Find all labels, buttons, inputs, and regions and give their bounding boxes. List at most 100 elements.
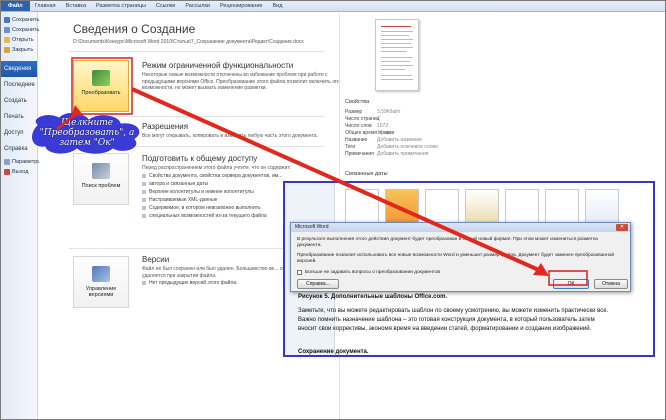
tab-home[interactable]: Главная — [30, 1, 61, 11]
property-row[interactable]: Название Добавить название — [345, 137, 505, 144]
checkbox-box[interactable] — [297, 270, 302, 275]
save-as-icon — [4, 27, 10, 33]
convert-button-label: Преобразовать — [81, 90, 121, 96]
versions-icon — [92, 266, 110, 282]
document-paragraph-line: Заметьте, что вы можете редактировать ша… — [298, 308, 609, 314]
tab-view[interactable]: Вид — [267, 1, 287, 11]
property-name: Название — [345, 137, 368, 143]
document-icon — [142, 281, 146, 285]
exit-icon — [4, 169, 10, 175]
nav-tab-info[interactable]: Сведения — [1, 61, 37, 77]
convert-icon — [92, 70, 110, 86]
compatibility-description: Некоторые новые возможности отключены во… — [142, 72, 340, 91]
annotation-text: Щелкните "Преобразовать", а затем "Ок" — [39, 118, 135, 148]
prepare-bullet: автора и связанные даты — [149, 180, 209, 187]
prepare-bullet: Содержимое, в котором невозможно выполни… — [149, 204, 261, 211]
property-row: Число страниц7 — [345, 116, 505, 123]
related-dates-header: Связанные даты — [345, 171, 388, 177]
prepare-bullet: Верхние колонтитулы и нижние колонтитулы — [149, 188, 254, 195]
property-name: Число слов — [345, 123, 372, 129]
property-name: Примечания — [345, 151, 374, 157]
property-value: Добавить ключевое слово — [377, 144, 438, 150]
property-name: Размер — [345, 109, 363, 115]
close-icon[interactable]: ✕ — [616, 224, 628, 231]
prepare-bullet: специальных возможностей из-за текущего … — [149, 212, 267, 219]
property-row: Число слов 1072 — [345, 123, 505, 130]
figure-caption: Рисунок 5. Дополнительные шаблоны Office… — [298, 294, 448, 300]
permissions-section: Разрешения Все могут открывать, копирова… — [142, 122, 342, 140]
document-paragraph-line: Важно помнить назначение шаблона – это г… — [298, 317, 595, 323]
property-row[interactable]: Теги Добавить ключевое слово — [345, 144, 505, 151]
bullet-icon — [142, 197, 146, 202]
property-name: Теги — [345, 144, 356, 150]
document-heading: Сохранение документа. — [298, 349, 369, 355]
cancel-button[interactable]: Отмена — [594, 279, 628, 289]
property-row[interactable]: Примечания Добавить примечания — [345, 151, 505, 158]
bullet-icon — [142, 189, 146, 194]
nav-save[interactable]: Сохранить — [1, 15, 40, 25]
nav-open-label: Открыть — [12, 37, 34, 43]
check-issues-label: Поиск проблем — [81, 183, 121, 189]
nav-tab-new[interactable]: Создать — [1, 93, 37, 109]
list-item: Свойства документа, свойства сервера док… — [142, 172, 342, 180]
nav-options[interactable]: Параметры — [1, 157, 41, 167]
nav-save-as[interactable]: Сохранить как — [1, 25, 49, 35]
open-folder-icon — [4, 37, 10, 43]
property-value: Добавить название — [377, 137, 422, 143]
dont-ask-label: Больше не задавать вопросы о преобразова… — [305, 270, 441, 275]
manage-versions-button[interactable]: Управление версиями — [73, 256, 129, 308]
property-value: 14 мин — [377, 130, 393, 136]
manage-versions-label: Управление версиями — [85, 286, 117, 298]
convert-button[interactable]: Преобразовать — [73, 60, 129, 112]
property-name: Число страниц — [345, 116, 380, 122]
word-backstage-window: Файл Главная Вставка Разметка страницы С… — [0, 0, 666, 420]
annotation-bubble: Щелкните "Преобразовать", а затем "Ок" — [27, 111, 145, 155]
nav-close-label: Закрыть — [12, 47, 34, 53]
bullet-icon — [142, 205, 146, 210]
nav-close[interactable]: Закрыть — [1, 45, 37, 55]
prepare-bullet: Свойства документа, свойства сервера док… — [149, 172, 283, 179]
save-icon — [4, 17, 10, 23]
tab-file[interactable]: Файл — [1, 1, 30, 11]
nav-save-label: Сохранить — [12, 17, 40, 23]
prepare-bullet: Настраиваемые XML-данные — [149, 196, 218, 203]
file-path: D:\Documents\Конкурс\Microsoft Word 2010… — [73, 39, 304, 45]
prepare-heading: Подготовить к общему доступу — [142, 154, 258, 163]
permissions-description: Все могут открывать, копировать и изменя… — [142, 133, 318, 139]
properties-header[interactable]: Свойства — [345, 99, 369, 105]
convert-dialog: Microsoft Word ✕ В результате выполнения… — [290, 222, 631, 292]
tab-page-layout[interactable]: Разметка страницы — [91, 1, 151, 11]
property-value: 7 — [377, 116, 380, 122]
nav-tab-recent[interactable]: Последние — [1, 77, 37, 93]
close-document-icon — [4, 47, 10, 53]
document-thumbnail[interactable] — [375, 19, 419, 91]
versions-note: Нет предыдущих версий этого файла. — [149, 280, 238, 286]
nav-exit[interactable]: Выход — [1, 167, 37, 177]
dialog-title: Microsoft Word — [291, 223, 630, 232]
check-issues-icon — [92, 163, 110, 179]
backstage-nav: Сохранить Сохранить как Открыть Закрыть … — [1, 12, 49, 419]
tab-mailings[interactable]: Рассылки — [180, 1, 215, 11]
ribbon-tab-bar: Файл Главная Вставка Разметка страницы С… — [1, 1, 665, 12]
options-icon — [4, 159, 10, 165]
nav-options-label: Параметры — [12, 159, 42, 165]
property-row: Размер 3,59Кбайт — [345, 109, 505, 116]
property-row: Общее время правки14 мин — [345, 130, 505, 137]
page-title: Сведения о Создание — [73, 22, 196, 36]
dont-ask-checkbox[interactable]: Больше не задавать вопросы о преобразова… — [297, 270, 440, 275]
tab-references[interactable]: Ссылки — [151, 1, 180, 11]
bullet-icon — [142, 213, 146, 218]
nav-open[interactable]: Открыть — [1, 35, 37, 45]
dialog-message: В результате выполнения этого действия д… — [297, 237, 598, 248]
property-value: 3,59Кбайт — [377, 109, 401, 115]
check-issues-button[interactable]: Поиск проблем — [73, 153, 129, 205]
help-button[interactable]: Справка... — [297, 279, 339, 289]
tab-insert[interactable]: Вставка — [61, 1, 91, 11]
divider — [69, 51, 324, 52]
property-value: 1072 — [377, 123, 389, 129]
property-value: Добавить примечания — [377, 151, 429, 157]
document-paragraph-line: вносит свои коррективы, экономя время на… — [298, 326, 592, 332]
tab-review[interactable]: Рецензирование — [215, 1, 267, 11]
ok-button[interactable]: ОК — [553, 279, 589, 289]
dialog-message: Преобразование позволит использовать все… — [297, 253, 615, 264]
